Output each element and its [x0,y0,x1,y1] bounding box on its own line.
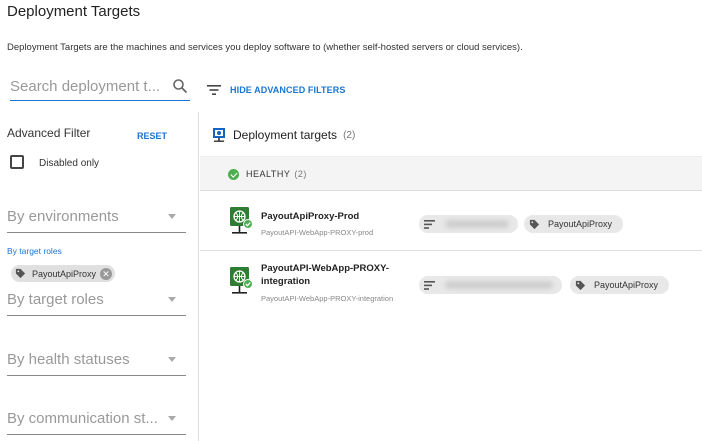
communication-styles-placeholder: By communication st... [7,410,158,427]
machine-name: PayoutApiProxy-Prod [261,211,360,222]
redacted-environment [445,281,553,289]
tag-icon [529,219,540,229]
communication-styles-select[interactable]: By communication st... [7,408,186,435]
remove-chip-icon[interactable]: ✕ [100,267,113,280]
target-roles-label: By target roles [7,246,62,256]
selected-role-label: PayoutApiProxy [32,268,97,279]
healthy-check-icon [228,169,239,180]
environments-select[interactable]: By environments [7,206,186,233]
chevron-down-icon [168,357,176,362]
disabled-only-label: Disabled only [39,158,100,169]
web-app-icon [230,207,253,234]
health-statuses-select[interactable]: By health statuses [7,349,186,376]
machine-subtitle: PayoutAPI-WebApp-PROXY-prod [261,228,374,237]
health-group-count: (2) [294,169,307,179]
environment-chip [419,215,518,233]
hide-advanced-filters-button[interactable]: HIDE ADVANCED FILTERS [207,84,345,96]
environment-icon [424,219,435,229]
chevron-down-icon [168,214,176,219]
web-app-icon [230,267,253,294]
health-group-header: HEALTHY (2) [200,156,702,191]
environment-chip [419,276,562,294]
health-group-label: HEALTHY [246,169,291,179]
health-statuses-placeholder: By health statuses [7,351,130,368]
environments-placeholder: By environments [7,208,119,225]
role-label: PayoutApiProxy [548,219,613,229]
environment-icon [424,280,435,290]
chevron-down-icon [168,416,176,421]
search-icon[interactable] [172,78,188,94]
page-description: Deployment Targets are the machines and … [7,42,523,53]
role-chip: PayoutApiProxy [524,215,623,233]
search-input[interactable] [10,75,162,95]
disabled-only-checkbox[interactable] [10,155,24,169]
table-row[interactable]: PayoutApiProxy-Prod PayoutAPI-WebApp-PRO… [200,192,702,251]
deployment-target-icon [213,128,225,142]
redacted-environment [445,220,509,228]
target-roles-select[interactable]: By target roles [7,289,186,316]
tag-icon [575,280,586,290]
chevron-down-icon [168,297,176,302]
page-title: Deployment Targets [7,3,141,20]
advanced-filter-panel: Advanced Filter RESET Disabled only By e… [0,112,199,441]
selected-role-chip: PayoutApiProxy ✕ [11,265,116,282]
target-roles-placeholder: By target roles [7,291,104,308]
role-chip: PayoutApiProxy [570,276,669,294]
targets-header: Deployment targets (2) [212,127,355,143]
search-field[interactable] [10,75,190,101]
advanced-filter-title: Advanced Filter [7,126,91,140]
targets-count: (2) [343,129,356,141]
machine-subtitle: PayoutAPI-WebApp-PROXY-integration [261,294,394,303]
role-label: PayoutApiProxy [594,280,659,290]
filter-list-icon [207,85,221,95]
reset-button[interactable]: RESET [137,131,167,141]
table-row[interactable]: PayoutAPI-WebApp-PROXY-integration Payou… [200,252,702,314]
health-group-label-wrap: HEALTHY (2) [246,169,307,179]
hide-advanced-filters-label: HIDE ADVANCED FILTERS [230,85,346,95]
tag-icon [15,268,26,279]
machine-name: PayoutAPI-WebApp-PROXY-integration [261,263,390,287]
targets-title: Deployment targets [233,128,338,142]
